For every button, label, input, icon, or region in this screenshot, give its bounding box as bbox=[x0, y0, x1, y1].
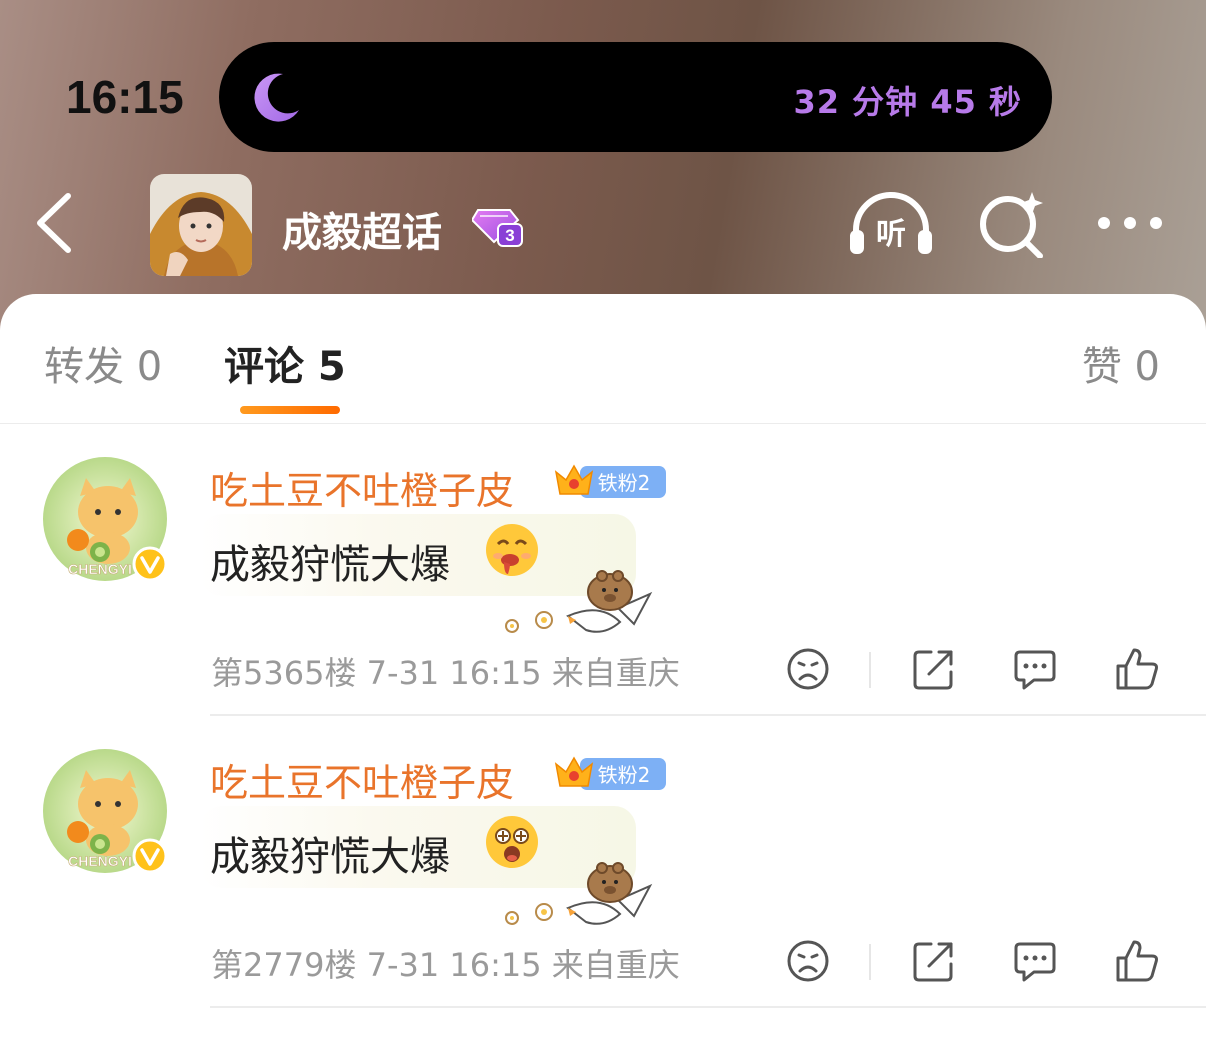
fan-badge: 铁粉2 bbox=[554, 756, 666, 790]
action-divider bbox=[869, 944, 871, 980]
fan-badge: 铁粉2 bbox=[554, 464, 666, 498]
comment-text: 成毅狩慌大爆 bbox=[210, 834, 450, 880]
capybara-sticker-icon bbox=[505, 570, 653, 633]
svg-text:3: 3 bbox=[505, 226, 514, 245]
svg-text:铁粉2: 铁粉2 bbox=[598, 471, 651, 495]
tab-likes[interactable]: 赞 0 bbox=[1082, 334, 1160, 392]
svg-text:CHENGYI: CHENGYI bbox=[68, 561, 132, 577]
reply-icon[interactable] bbox=[1012, 646, 1058, 692]
comment-meta: 第5365楼 7-31 16:15 来自重庆 bbox=[211, 654, 680, 692]
share-icon[interactable] bbox=[911, 938, 957, 984]
active-tab-indicator bbox=[240, 406, 340, 414]
status-time: 16:15 bbox=[66, 71, 184, 123]
avatar[interactable]: CHENGYI bbox=[42, 748, 168, 874]
comment-item: CHENGYI 吃土豆不吐橙子皮 铁粉2 成毅狩慌大爆 bbox=[0, 716, 1206, 1008]
like-icon[interactable] bbox=[1114, 938, 1160, 984]
comment-author[interactable]: 吃土豆不吐橙子皮 bbox=[210, 460, 514, 515]
capybara-sticker-icon bbox=[505, 862, 653, 925]
dislike-icon[interactable] bbox=[785, 646, 831, 692]
comment-text: 成毅狩慌大爆 bbox=[210, 542, 450, 588]
avatar[interactable]: CHENGYI bbox=[42, 456, 168, 582]
row-divider bbox=[210, 1006, 1206, 1008]
nav-bar: 成毅超话 3 听 bbox=[0, 170, 1206, 280]
reply-icon[interactable] bbox=[1012, 938, 1058, 984]
svg-text:CHENGYI: CHENGYI bbox=[68, 853, 132, 869]
search-button[interactable] bbox=[976, 190, 1046, 258]
dynamic-island[interactable]: 32 分钟 45 秒 bbox=[219, 42, 1052, 152]
back-button[interactable] bbox=[30, 192, 80, 254]
comment-author[interactable]: 吃土豆不吐橙子皮 bbox=[210, 752, 514, 807]
tab-bar: 转发 0 评论 5 赞 0 bbox=[0, 294, 1206, 424]
topic-title: 成毅超话 bbox=[282, 210, 442, 256]
tab-reposts[interactable]: 转发 0 bbox=[44, 334, 162, 392]
more-options-button[interactable] bbox=[1094, 208, 1166, 238]
tab-comments[interactable]: 评论 5 bbox=[224, 334, 346, 392]
comment-meta: 第2779楼 7-31 16:15 来自重庆 bbox=[211, 946, 680, 984]
action-divider bbox=[869, 652, 871, 688]
dislike-icon[interactable] bbox=[785, 938, 831, 984]
svg-text:听: 听 bbox=[876, 217, 906, 252]
comment-item: CHENGYI 吃土豆不吐橙子皮 铁粉2 成毅狩慌大爆 bbox=[0, 424, 1206, 716]
share-icon[interactable] bbox=[911, 646, 957, 692]
comments-panel: 转发 0 评论 5 赞 0 CHENGYI 吃土豆不吐橙子皮 铁粉2 成毅狩慌大… bbox=[0, 294, 1206, 1039]
sleep-timer: 32 分钟 45 秒 bbox=[793, 83, 1022, 121]
svg-text:铁粉2: 铁粉2 bbox=[598, 763, 651, 787]
like-icon[interactable] bbox=[1114, 646, 1160, 692]
topic-avatar[interactable] bbox=[150, 174, 252, 276]
level-badge-icon: 3 bbox=[472, 209, 523, 247]
listen-button[interactable]: 听 bbox=[848, 190, 934, 256]
moon-icon bbox=[254, 73, 299, 122]
